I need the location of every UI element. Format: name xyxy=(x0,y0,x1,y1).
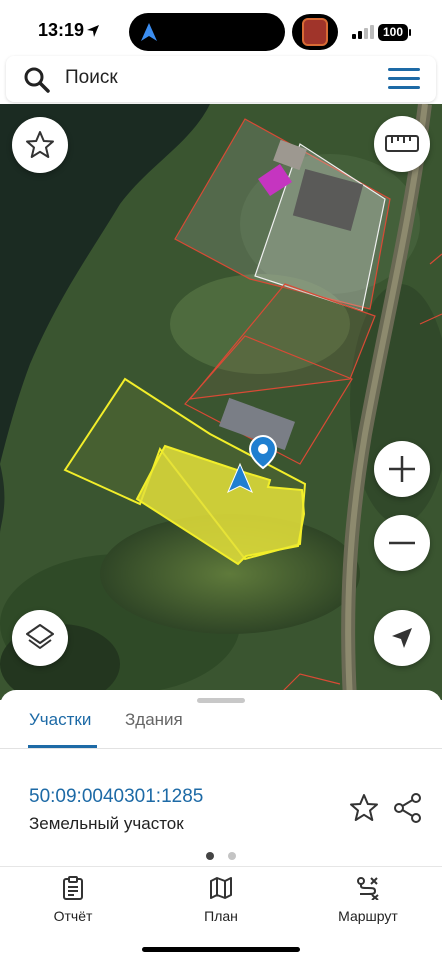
bottom-nav-divider xyxy=(0,866,442,867)
minus-icon xyxy=(389,541,415,545)
ruler-button[interactable] xyxy=(374,116,430,172)
battery-tip xyxy=(409,29,411,36)
navigation-arrow-icon xyxy=(392,628,412,648)
nav-route[interactable]: Маршрут xyxy=(308,876,428,924)
hamburger-menu-icon[interactable] xyxy=(388,68,420,90)
star-icon[interactable] xyxy=(349,793,379,823)
tab-divider xyxy=(0,748,442,749)
search-icon[interactable] xyxy=(24,67,50,93)
layers-button[interactable] xyxy=(12,610,68,666)
home-indicator[interactable] xyxy=(142,947,300,952)
status-time: 13:19 xyxy=(38,20,85,40)
star-icon xyxy=(26,131,54,158)
nav-route-label: Маршрут xyxy=(338,908,398,924)
report-clipboard-icon xyxy=(63,876,83,900)
layers-icon xyxy=(26,624,54,649)
tab-parcels[interactable]: Участки xyxy=(29,710,91,730)
nav-plan-label: План xyxy=(204,908,238,924)
favorite-button[interactable] xyxy=(12,117,68,173)
route-icon xyxy=(357,877,379,900)
zoom-out-button[interactable] xyxy=(374,515,430,571)
parcel-type-label: Земельный участок xyxy=(29,814,184,833)
search-input[interactable]: Поиск xyxy=(65,67,118,89)
nav-report[interactable]: Отчёт xyxy=(13,876,133,924)
ruler-icon xyxy=(385,135,419,152)
map-plan-icon xyxy=(210,877,232,899)
pager-dot-active xyxy=(206,852,214,860)
tab-buildings[interactable]: Здания xyxy=(125,710,183,730)
share-icon[interactable] xyxy=(394,793,422,823)
pager-dot[interactable] xyxy=(228,852,236,860)
battery-indicator: 100 xyxy=(378,24,408,41)
location-services-icon xyxy=(87,25,99,37)
locate-me-button[interactable] xyxy=(374,610,430,666)
nav-plan[interactable]: План xyxy=(161,876,281,924)
nav-report-label: Отчёт xyxy=(53,908,93,924)
status-bar: 13:19 100 xyxy=(0,0,442,60)
map-view[interactable] xyxy=(0,104,442,700)
plus-icon xyxy=(389,456,415,482)
sheet-drag-handle[interactable] xyxy=(197,698,245,703)
app-thumbnail-icon xyxy=(302,18,328,46)
cadastral-number-link[interactable]: 50:09:0040301:1285 xyxy=(29,786,203,808)
cellular-signal-icon xyxy=(352,25,374,39)
zoom-in-button[interactable] xyxy=(374,441,430,497)
location-pin-icon xyxy=(227,434,278,494)
navigation-indicator-icon xyxy=(141,23,157,41)
satellite-map[interactable] xyxy=(0,104,442,700)
